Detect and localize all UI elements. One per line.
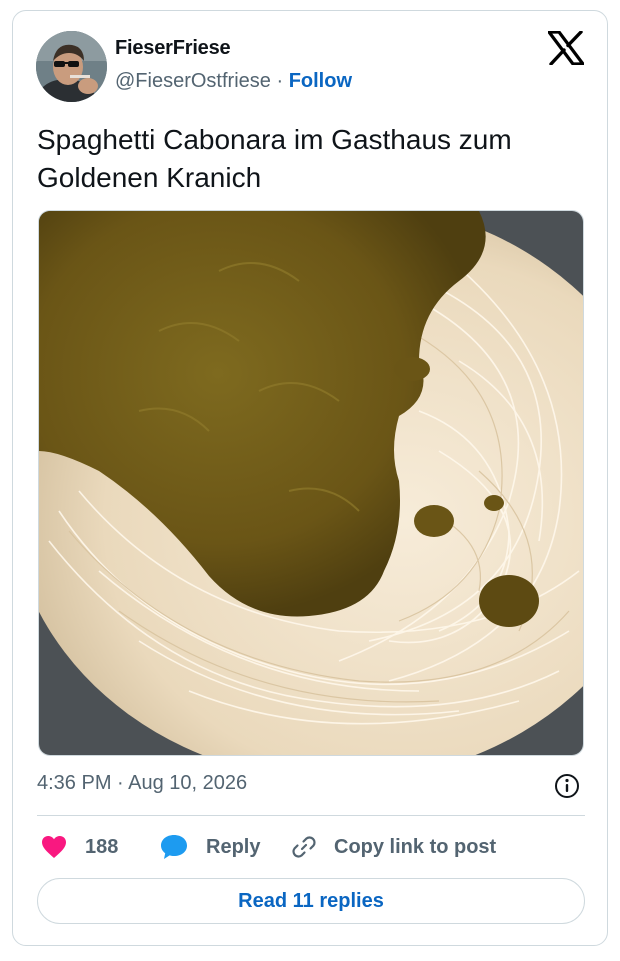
like-button[interactable]: 188 — [41, 831, 118, 863]
follow-link[interactable]: Follow — [289, 70, 352, 92]
reply-label: Reply — [206, 835, 261, 858]
like-count: 188 — [85, 835, 119, 858]
timestamp[interactable]: 4:36 PM · Aug 10, 2026 — [37, 772, 247, 795]
avatar[interactable] — [36, 31, 107, 102]
x-logo-icon[interactable] — [547, 30, 585, 66]
divider — [37, 815, 585, 816]
reply-button[interactable]: Reply — [160, 831, 260, 863]
author-handle[interactable]: @FieserOstfriese — [115, 70, 271, 92]
separator-dot: · — [276, 70, 284, 92]
copy-link-label: Copy link to post — [334, 835, 497, 858]
copy-link-button[interactable]: Copy link to post — [290, 831, 496, 863]
tweet-card: FieserFriese @FieserOstfriese · Follow S… — [12, 10, 608, 946]
tweet-text: Spaghetti Cabonara im Gasthaus zum Golde… — [37, 124, 512, 193]
author-name[interactable]: FieserFriese — [115, 37, 231, 60]
author-handle-line: @FieserOstfriese · Follow — [115, 70, 352, 93]
action-bar: 188 Reply Copy link to post — [37, 831, 585, 863]
info-icon[interactable] — [554, 773, 580, 799]
heart-icon — [42, 836, 66, 858]
link-icon — [292, 836, 316, 858]
tweet-photo[interactable] — [38, 210, 584, 756]
read-replies-button[interactable]: Read 11 replies — [37, 878, 585, 924]
reply-bubble-icon — [161, 835, 187, 859]
